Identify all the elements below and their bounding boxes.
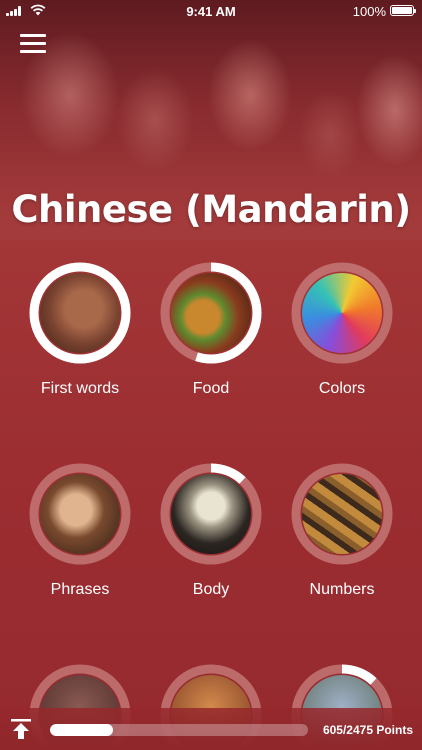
- points-progress-fill: [50, 724, 113, 736]
- category-tile-food[interactable]: Food: [146, 262, 276, 398]
- category-label: Phrases: [50, 581, 110, 598]
- category-tile-numbers[interactable]: Numbers: [277, 463, 407, 599]
- progress-ring: [29, 463, 131, 565]
- category-tile-phrases[interactable]: Phrases: [15, 463, 145, 599]
- progress-ring: [160, 262, 262, 364]
- battery-icon: [390, 5, 416, 16]
- category-label: First words: [40, 380, 120, 397]
- progress-ring: [160, 463, 262, 565]
- progress-ring: [29, 262, 131, 364]
- status-bar: 9:41 AM 100%: [0, 0, 422, 22]
- progress-ring: [291, 463, 393, 565]
- category-tile-body[interactable]: Body: [146, 463, 276, 599]
- baby-face-photo: [40, 273, 120, 353]
- points-text: 605/2475 Points: [322, 723, 413, 737]
- category-tile-first-words[interactable]: First words: [15, 262, 145, 398]
- burger-fries-photo: [171, 273, 251, 353]
- progress-ring: [291, 262, 393, 364]
- skeleton-photo: [171, 474, 251, 554]
- hamburger-menu-icon[interactable]: [20, 34, 48, 54]
- numbers-photo: [302, 474, 382, 554]
- page-title: Chinese (Mandarin): [11, 188, 411, 231]
- smiling-woman-photo: [40, 474, 120, 554]
- category-label: Food: [192, 380, 230, 397]
- color-powder-photo: [302, 273, 382, 353]
- category-tile-colors[interactable]: Colors: [277, 262, 407, 398]
- category-label: Body: [192, 581, 230, 598]
- upload-arrow-icon[interactable]: [10, 718, 32, 740]
- battery-percent: 100%: [352, 4, 386, 19]
- category-label: Colors: [318, 380, 366, 397]
- progress-footer: 605/2475 Points: [0, 708, 422, 750]
- points-progress-bar: [50, 724, 308, 736]
- category-label: Numbers: [309, 581, 375, 598]
